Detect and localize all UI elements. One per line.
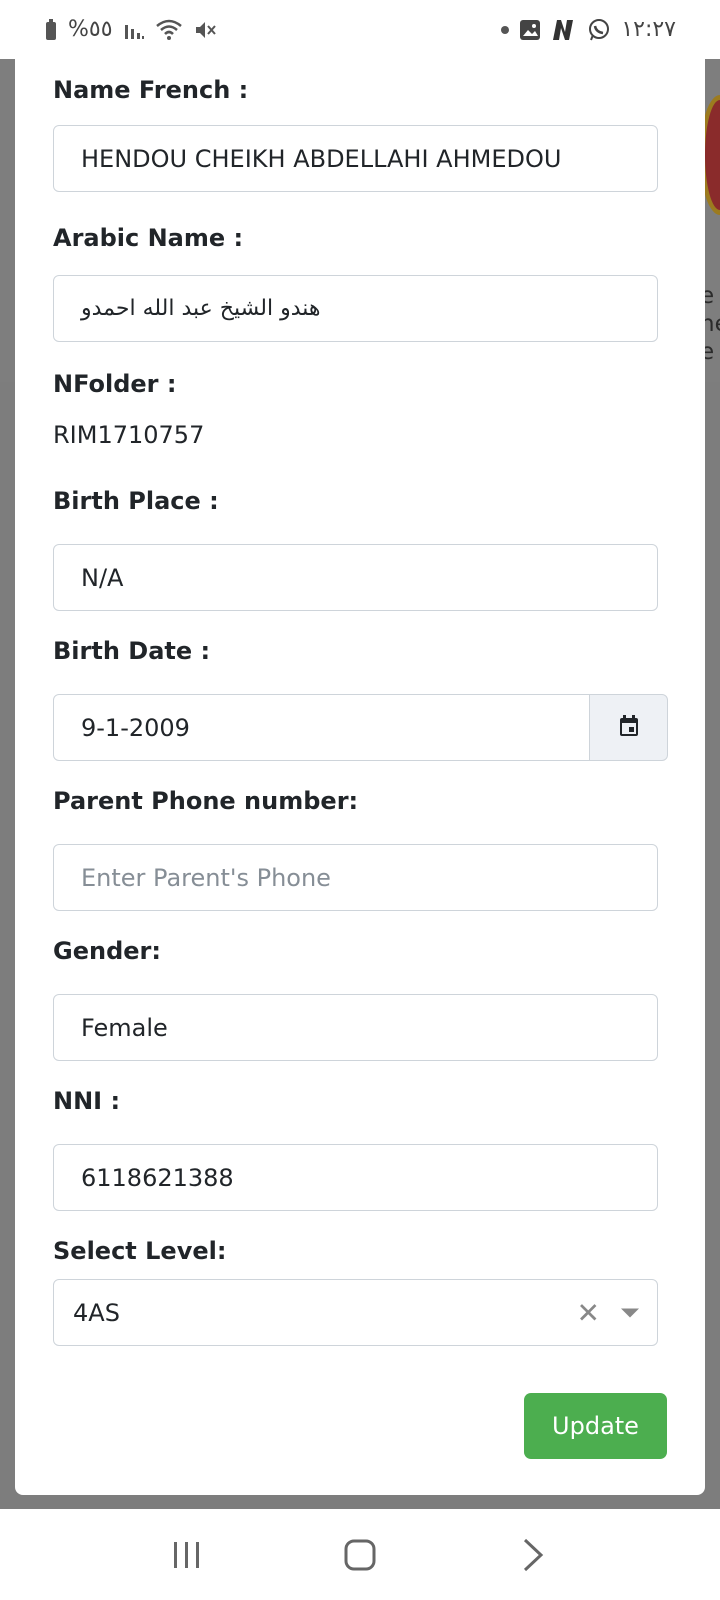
mute-icon [193,18,217,42]
clear-icon[interactable]: ✕ [577,1296,600,1329]
back-icon[interactable] [503,1525,563,1585]
level-select[interactable]: 4AS ✕ [53,1279,658,1346]
birth-date-input[interactable]: 9-1-2009 [53,694,590,761]
chevron-down-icon[interactable] [621,1308,639,1317]
name-french-input[interactable]: HENDOU CHEIKH ABDELLAHI AHMEDOU [53,125,658,192]
battery-icon [44,18,58,41]
status-right: ١٢:٢٧ [501,17,676,42]
birth-place-input[interactable]: N/A [53,544,658,611]
battery-percent: %٥٥ [68,17,113,42]
nfolder-label: NFolder : [53,370,177,398]
arabic-name-input[interactable]: هندو الشيخ عبد الله احمدو [53,275,658,342]
nni-input[interactable]: 6118621388 [53,1144,658,1211]
arabic-name-label: Arabic Name : [53,224,244,252]
status-left: %٥٥ [44,17,217,42]
gender-input[interactable]: Female [53,994,658,1061]
name-french-label: Name French : [53,76,249,104]
notification-dot [501,25,510,34]
recent-apps-icon[interactable] [157,1525,217,1585]
image-icon [519,19,541,41]
app-n-icon [551,19,577,41]
level-selected-value: 4AS [73,1298,120,1327]
gender-label: Gender: [53,937,161,965]
nni-label: NNI : [53,1087,121,1115]
birth-place-label: Birth Place : [53,487,219,515]
parent-phone-placeholder: Enter Parent's Phone [81,863,331,892]
parent-phone-input[interactable]: Enter Parent's Phone [53,844,658,911]
calendar-button[interactable] [589,694,668,761]
parent-phone-label: Parent Phone number: [53,787,359,815]
system-nav-bar [0,1509,720,1600]
select-level-label: Select Level: [53,1237,227,1265]
home-icon[interactable] [330,1525,390,1585]
nfolder-value: RIM1710757 [53,421,205,449]
clock: ١٢:٢٧ [621,17,676,42]
calendar-icon [619,714,639,741]
update-button[interactable]: Update [524,1393,667,1459]
signal-icon [123,19,145,41]
wifi-icon [155,18,183,42]
status-bar: %٥٥ ١٢:٢٧ [0,0,720,59]
edit-student-modal: Name French : HENDOU CHEIKH ABDELLAHI AH… [15,59,705,1495]
birth-date-label: Birth Date : [53,637,211,665]
whatsapp-icon [587,18,611,42]
